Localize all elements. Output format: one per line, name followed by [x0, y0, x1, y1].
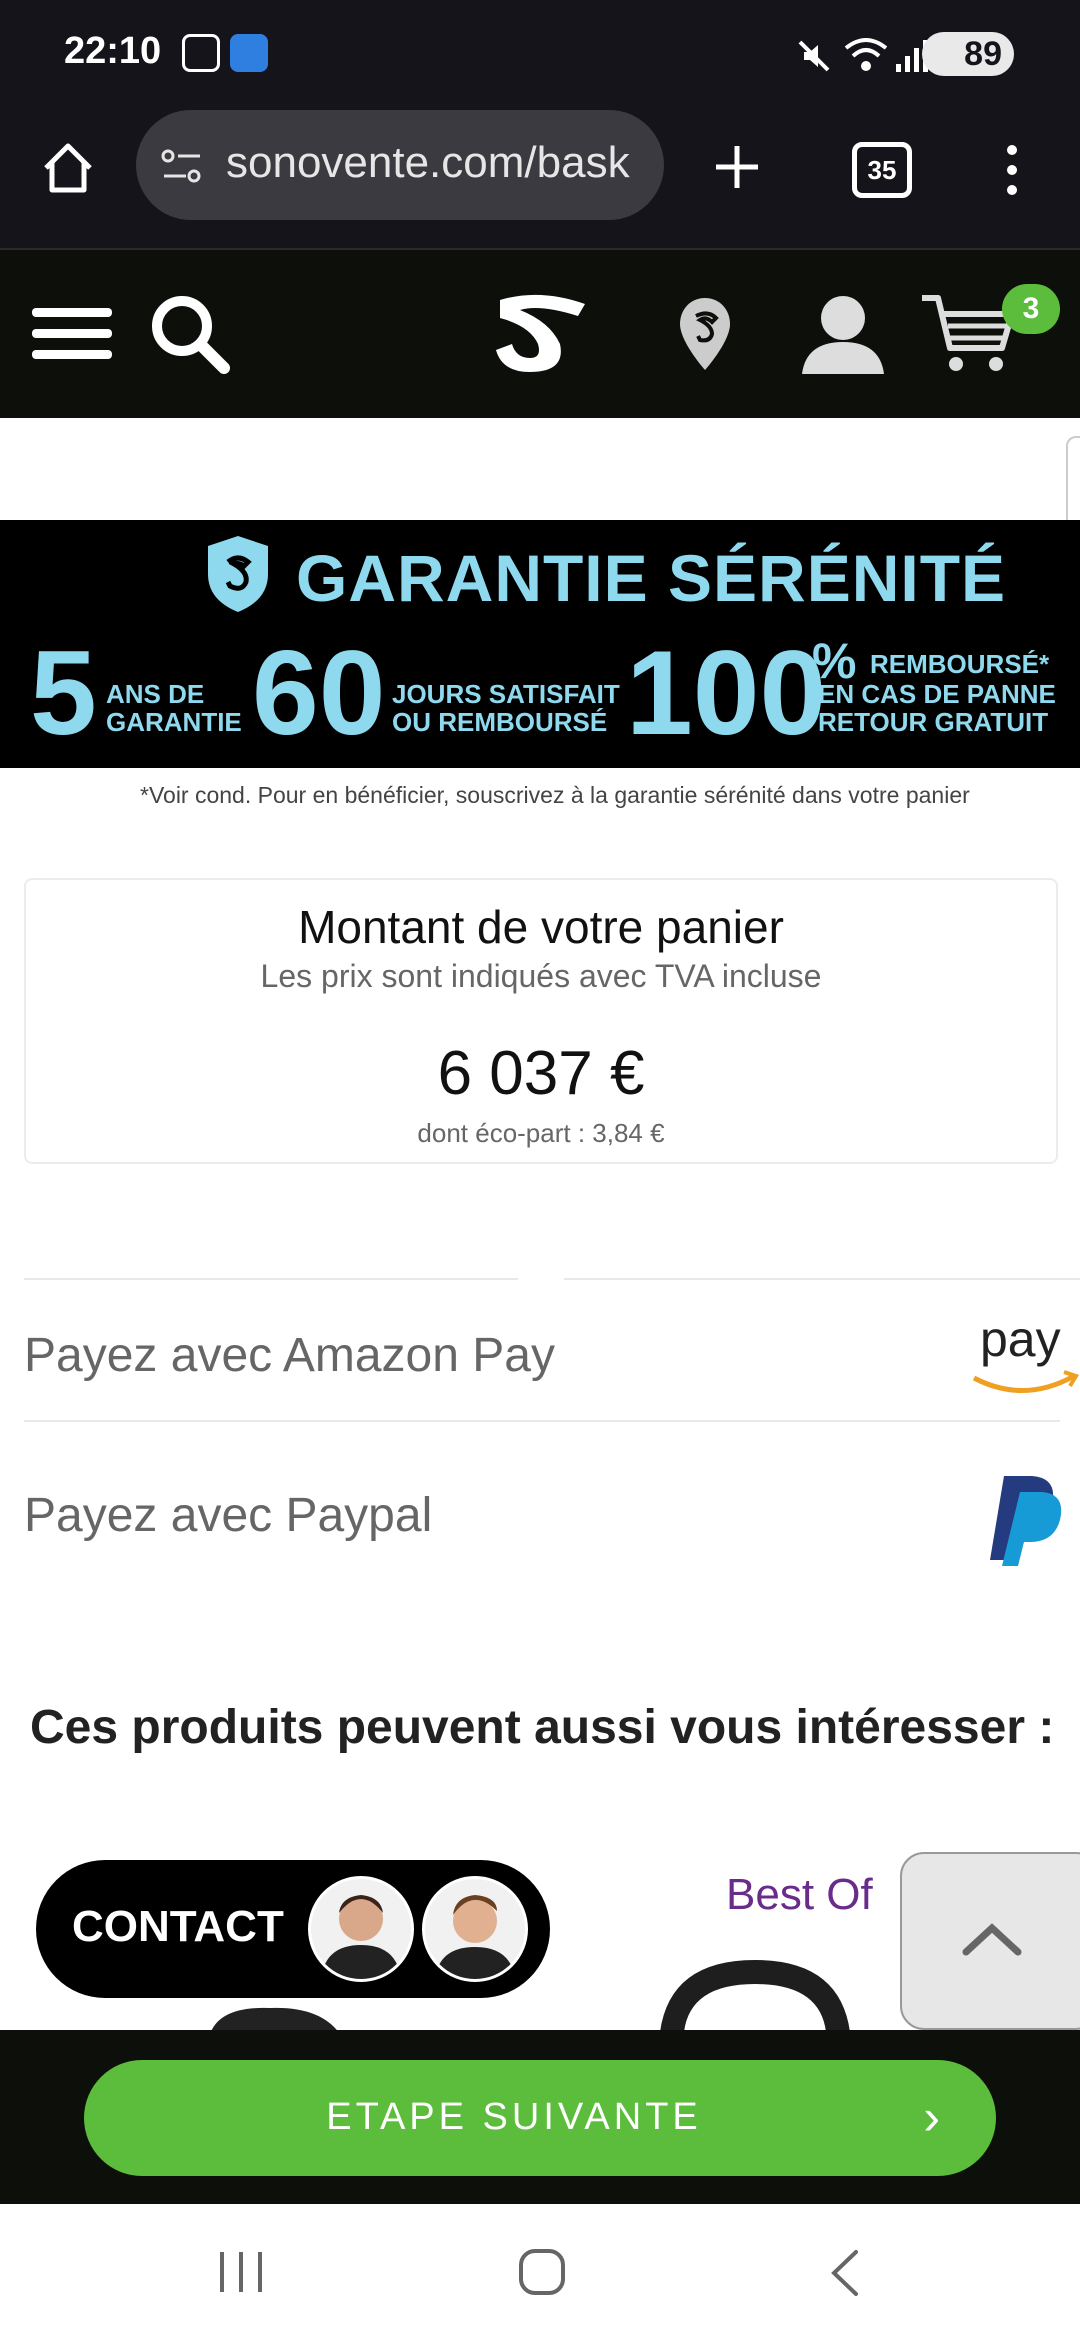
- banner-refund-line3: RETOUR GRATUIT: [818, 707, 1049, 737]
- paypal-option[interactable]: Payez avec Paypal: [0, 1430, 1080, 1600]
- battery-indicator: 89: [922, 32, 1014, 76]
- sonovente-logo-icon[interactable]: [490, 288, 590, 378]
- best-of-badge: Best Of: [726, 1870, 873, 1919]
- banner-days-line1: JOURS SATISFAIT: [392, 679, 620, 709]
- avatar: [308, 1876, 414, 1982]
- banner-refund-line1: REMBOURSÉ*: [870, 649, 1050, 679]
- recommendations-title: Ces produits peuvent aussi vous intéress…: [30, 1701, 1055, 1754]
- banner-percent-number: 100: [626, 626, 827, 760]
- status-time: 22:10: [64, 30, 162, 72]
- tab-count: 35: [867, 155, 897, 185]
- banner-years-line1: ANS DE: [106, 679, 205, 709]
- site-settings-icon[interactable]: [160, 146, 204, 186]
- banner-title: GARANTIE SÉRÉNITÉ: [296, 541, 1007, 615]
- paypal-icon: [990, 1476, 1062, 1566]
- battery-level: 89: [964, 35, 1002, 73]
- paypal-label: Payez avec Paypal: [24, 1489, 433, 1542]
- amazon-pay-option[interactable]: Payez avec Amazon Pay pay: [0, 1290, 1080, 1420]
- basket-eco-part: dont éco-part : 3,84 €: [417, 1118, 665, 1148]
- home-icon[interactable]: [40, 140, 96, 196]
- cart-count: 3: [1022, 292, 1040, 325]
- checkout-bar: ETAPE SUIVANTE ›: [0, 2030, 1080, 2204]
- banner-days-number: 60: [252, 626, 386, 760]
- url-text: sonovente.com/bask: [226, 138, 630, 187]
- next-step-button[interactable]: ETAPE SUIVANTE ›: [84, 2060, 996, 2176]
- search-icon[interactable]: [148, 292, 232, 376]
- banner-years-line2: GARANTIE: [106, 707, 242, 737]
- avatar: [422, 1876, 528, 1982]
- gallery-notification-icon: [182, 34, 220, 72]
- tab-switcher-button[interactable]: 35: [852, 142, 912, 198]
- recent-apps-icon[interactable]: [218, 2250, 264, 2294]
- contact-button[interactable]: CONTACT: [36, 1860, 550, 1998]
- banner-refund-line2: EN CAS DE PANNE: [818, 679, 1056, 709]
- basket-subtitle: Les prix sont indiqués avec TVA incluse: [260, 958, 822, 994]
- amazon-pay-label: Payez avec Amazon Pay: [24, 1329, 555, 1382]
- banner-years-text: ANS DE GARANTIE: [106, 680, 242, 736]
- product-image[interactable]: [650, 1956, 860, 2032]
- basket-amount: 6 037 €: [437, 1039, 645, 1108]
- divider: [24, 1420, 1060, 1422]
- banner-days-line2: OU REMBOURSÉ: [392, 707, 608, 737]
- home-nav-icon[interactable]: [518, 2248, 566, 2296]
- mute-icon: [798, 40, 830, 72]
- divider: [564, 1278, 1080, 1280]
- store-locator-icon[interactable]: [678, 296, 732, 372]
- divider: [24, 1278, 518, 1280]
- basket-title: Montant de votre panier: [298, 901, 784, 953]
- banner-days-text: JOURS SATISFAIT OU REMBOURSÉ: [392, 680, 620, 736]
- browser-toolbar: sonovente.com/bask 35: [0, 110, 1080, 248]
- more-menu-icon[interactable]: [1000, 142, 1024, 198]
- site-header: 3: [0, 248, 1080, 418]
- basket-summary-card: Montant de votre panier Les prix sont in…: [24, 878, 1058, 1164]
- cart-count-badge: 3: [1002, 284, 1060, 334]
- scroll-to-top-button[interactable]: [900, 1852, 1080, 2030]
- guarantee-banner[interactable]: GARANTIE SÉRÉNITÉ 5 ANS DE GARANTIE 60 J…: [0, 520, 1080, 768]
- system-nav-bar: [0, 2204, 1080, 2340]
- amazon-smile-icon: [972, 1370, 1079, 1393]
- url-bar[interactable]: sonovente.com/bask: [136, 110, 664, 220]
- app-notification-icon: [230, 34, 268, 72]
- status-bar: 22:10 89: [0, 0, 1080, 110]
- person-icon: [321, 1895, 401, 1979]
- chevron-right-icon: ›: [923, 2089, 940, 2145]
- banner-refund-text: EN CAS DE PANNE RETOUR GRATUIT: [818, 680, 1056, 736]
- wifi-icon: [844, 38, 888, 71]
- banner-footnote: *Voir cond. Pour en bénéficier, souscriv…: [140, 782, 970, 808]
- shield-icon: [208, 536, 268, 612]
- account-icon[interactable]: [800, 290, 886, 376]
- back-icon[interactable]: [826, 2248, 862, 2298]
- banner-years-number: 5: [30, 626, 97, 760]
- person-icon: [435, 1895, 515, 1979]
- next-step-label: ETAPE SUIVANTE: [326, 2096, 702, 2138]
- new-tab-icon[interactable]: [712, 142, 762, 192]
- chevron-up-icon: [962, 1923, 1022, 1956]
- contact-label: CONTACT: [72, 1902, 284, 1951]
- menu-icon[interactable]: [32, 304, 112, 364]
- amazon-pay-logo-text: pay: [980, 1311, 1061, 1367]
